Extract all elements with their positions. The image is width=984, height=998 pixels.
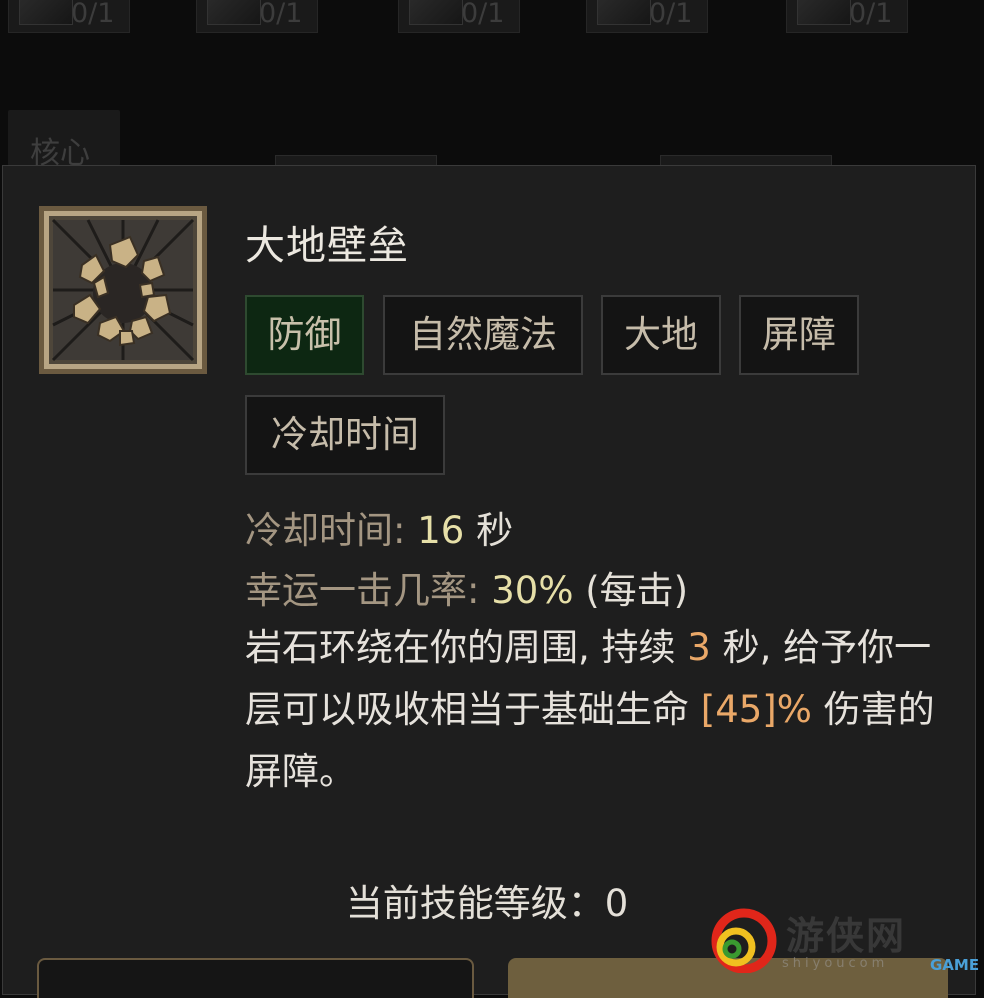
skill-slot-count: 0/1 (71, 0, 115, 29)
skill-slot-count: 0/1 (849, 0, 893, 29)
skill-slot-count: 0/1 (649, 0, 693, 29)
skill-level-value: 0 (604, 882, 629, 925)
watermark-small-text: shiyoucom (782, 956, 889, 971)
skill-slot-icon (597, 0, 651, 25)
skill-slot-icon (409, 0, 463, 25)
skill-level-label: 当前技能等级： (345, 882, 605, 925)
cooldown-stat: 冷却时间: 16 秒 (245, 500, 513, 554)
tag-earth: 大地 (601, 295, 721, 375)
skill-slot[interactable]: 0/1 (786, 0, 908, 33)
tab-core[interactable]: 核心 (8, 110, 120, 171)
skill-slot[interactable]: 0/1 (398, 0, 520, 33)
skill-slot[interactable]: 0/1 (196, 0, 318, 33)
tag-defensive: 防御 (245, 295, 364, 375)
lucky-hit-suffix: (每击) (585, 569, 689, 612)
tag-nature-magic: 自然魔法 (383, 295, 583, 375)
description-text: 岩石环绕在你的周围, 持续 (245, 626, 688, 669)
skill-slot[interactable]: 0/1 (586, 0, 708, 33)
cooldown-unit: 秒 (476, 509, 514, 552)
duration-value: 3 (687, 626, 711, 669)
watermark-text: 游侠网 (786, 914, 907, 958)
watermark-game-text: GAME (930, 956, 980, 974)
skill-slot-icon (207, 0, 261, 25)
watermark-logo-icon (706, 905, 784, 977)
cooldown-label: 冷却时间: (245, 509, 406, 552)
tag-cooldown: 冷却时间 (245, 395, 445, 475)
skill-title: 大地壁垒 (245, 223, 409, 269)
skill-slot-count: 0/1 (461, 0, 505, 29)
lucky-hit-stat: 幸运一击几率: 30% (每击) (245, 560, 688, 614)
skill-slot-count: 0/1 (259, 0, 303, 29)
earthen-bulwark-skill-icon (38, 205, 208, 375)
skill-description: 岩石环绕在你的周围, 持续 3 秒, 给予你一层可以吸收相当于基础生命 [45]… (245, 617, 945, 803)
tag-barrier: 屏障 (739, 295, 859, 375)
barrier-percent-value: [45]% (700, 688, 812, 731)
skill-slot[interactable]: 0/1 (8, 0, 130, 33)
lucky-hit-value: 30% (491, 569, 574, 612)
skill-slot-icon (19, 0, 73, 25)
lucky-hit-label: 幸运一击几率: (245, 569, 480, 612)
cooldown-value: 16 (417, 509, 465, 552)
skill-slot-icon (797, 0, 851, 25)
secondary-button[interactable] (37, 958, 474, 998)
